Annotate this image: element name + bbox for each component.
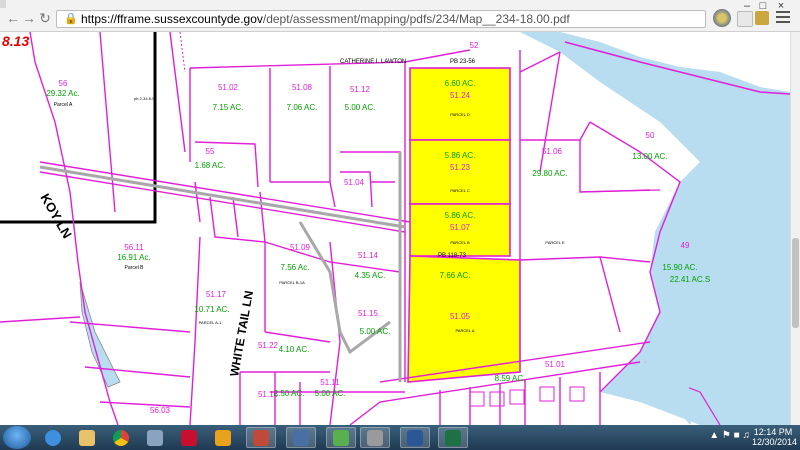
chrome-icon[interactable] xyxy=(106,427,136,448)
parcel-acres: 15.90 AC. xyxy=(662,263,697,272)
parcel-name: Parcel A xyxy=(54,102,73,108)
pond xyxy=(79,281,121,388)
parcel-id: 51.02 xyxy=(218,83,239,92)
parcel-id: 51.12 xyxy=(350,85,371,94)
vertical-scrollbar[interactable] xyxy=(790,32,800,425)
parcel-id: 49 xyxy=(681,241,690,250)
parcel-name: PARCEL B xyxy=(450,240,470,245)
parcel-acres: 6.60 AC. xyxy=(445,79,476,88)
system-tray[interactable]: ▲ ⚑ ■ ♫ xyxy=(709,430,750,441)
parcel-id: 56.03 xyxy=(150,406,171,415)
parcel-id: 51.23 xyxy=(450,163,471,172)
parcel-name: Parcel B xyxy=(125,265,145,271)
pdf-map-viewer[interactable]: 8.13 56 29.32 Ac. Parcel A 51.02 7.15 AC… xyxy=(0,32,790,425)
parcel-name: PARCEL C xyxy=(450,188,470,193)
parcel-acres: 13.00 AC. xyxy=(632,152,667,161)
close-icon[interactable]: × xyxy=(772,0,790,14)
parcel-id: 51.11 xyxy=(320,378,340,387)
parcel-name: PARCEL E xyxy=(545,240,565,245)
games-icon[interactable] xyxy=(326,427,356,448)
clock-date: 12/30/2014 xyxy=(752,437,798,447)
start-button-icon[interactable] xyxy=(3,426,31,449)
browser-toolbar: ← → ↻ 🔒 https://fframe.sussexcountyde.go… xyxy=(0,0,800,32)
parcel-acres: 16.91 Ac. xyxy=(117,253,150,262)
windows-taskbar: ▲ ⚑ ■ ♫ 12:14 PM 12/30/2014 xyxy=(0,425,800,450)
url-host: https://fframe.sussexcountyde.gov xyxy=(81,12,263,26)
excel-icon[interactable] xyxy=(438,427,468,448)
map-corner-label: 8.13 xyxy=(2,33,29,49)
parcel-id: 51.07 xyxy=(450,223,471,232)
parcel-id: 51.09 xyxy=(290,243,311,252)
parcel-id: 52 xyxy=(470,41,479,50)
parcel-acres: 2.50 AC. xyxy=(274,389,305,398)
parcel-id: 51.08 xyxy=(292,83,313,92)
parcel-id: 51.06 xyxy=(542,147,563,156)
parcel-acres: 8.59 AC. xyxy=(495,374,526,383)
parcel-name: PARCEL D xyxy=(450,112,470,117)
minimize-icon[interactable]: – xyxy=(740,0,754,14)
parcel-acres: 5.00 AC. xyxy=(345,103,376,112)
parcel-acres: 5.00 AC. xyxy=(315,389,346,398)
parcel-acres: 7.06 AC. xyxy=(287,103,318,112)
parcel-acres: 29.32 Ac. xyxy=(46,89,79,98)
extension-seal-icon[interactable] xyxy=(713,9,731,27)
parcel-id: 51.22 xyxy=(258,341,279,350)
plat-reference: PB 118-73 xyxy=(438,253,467,259)
app-icon[interactable] xyxy=(246,427,276,448)
parcel-name: PARCEL A xyxy=(455,328,474,333)
parcel-name: PARCEL A-1 xyxy=(199,320,222,325)
tax-map: 8.13 56 29.32 Ac. Parcel A 51.02 7.15 AC… xyxy=(0,32,790,425)
word-icon[interactable] xyxy=(400,427,430,448)
parcel-acres: 1.68 AC. xyxy=(195,161,226,170)
parcel-id: 51.24 xyxy=(450,91,471,100)
parcel-acres: 4.35 AC. xyxy=(355,271,386,280)
parcel-id: 56 xyxy=(59,79,68,88)
url-path: /dept/assessment/mapping/pdfs/234/Map__2… xyxy=(262,12,570,26)
outlook-icon[interactable] xyxy=(208,427,238,448)
scrollbar-thumb[interactable] xyxy=(792,238,799,328)
parcel-id: 51.04 xyxy=(344,178,365,187)
plat-reference: pb 2-34 8-56 xyxy=(134,96,157,101)
system-clock[interactable]: 12:14 PM 12/30/2014 xyxy=(752,427,798,447)
plat-reference: PB 23-56 xyxy=(450,59,476,65)
parcel-acres: 10.71 AC. xyxy=(194,305,229,314)
maximize-icon[interactable]: □ xyxy=(756,0,770,14)
tab-strip-corner xyxy=(0,0,6,8)
road-label: KOY LN xyxy=(37,191,74,241)
parcel-id: 51.17 xyxy=(206,290,227,299)
parcel-acres: 29.80 AC. xyxy=(532,169,567,178)
parcel-acres: 5.86 AC. xyxy=(445,211,476,220)
parcel-id: 56.11 xyxy=(124,243,144,252)
reload-icon[interactable]: ↻ xyxy=(36,10,54,26)
parcel-id: 51.15 xyxy=(358,309,379,318)
parcel-acres: 7.66 AC. xyxy=(440,271,471,280)
lock-icon: 🔒 xyxy=(64,13,78,25)
parcel-id: 51.01 xyxy=(545,360,566,369)
parcel-acres: 5.00 AC. xyxy=(360,327,391,336)
media-icon[interactable] xyxy=(140,427,170,448)
parcel-id: 51.05 xyxy=(450,312,471,321)
parcel-acres: 7.15 AC. xyxy=(213,103,244,112)
parcel-acres: 5.86 AC. xyxy=(445,151,476,160)
parcel-name: PARCEL B-1A xyxy=(279,280,305,285)
file-explorer-icon[interactable] xyxy=(72,427,102,448)
acrobat-icon[interactable] xyxy=(174,427,204,448)
parcel-id: 55 xyxy=(206,147,215,156)
parcel-id: 51.14 xyxy=(358,251,379,260)
parcel-id: 50 xyxy=(646,131,655,140)
clock-time: 12:14 PM xyxy=(753,427,793,437)
parcel-acres: 7.56 Ac. xyxy=(281,263,310,272)
tools-icon[interactable] xyxy=(360,427,390,448)
owner-label: CATHERINE I. LAWTON xyxy=(340,59,406,65)
ie-icon[interactable] xyxy=(38,427,68,448)
parcel-acres: 4.10 AC. xyxy=(279,345,310,354)
access-icon[interactable] xyxy=(286,427,316,448)
parcel-acres-2: 22.41 AC.S xyxy=(670,275,710,284)
road-label: WHITE TAIL LN xyxy=(227,290,256,378)
address-bar[interactable]: 🔒 https://fframe.sussexcountyde.gov/dept… xyxy=(56,10,706,28)
